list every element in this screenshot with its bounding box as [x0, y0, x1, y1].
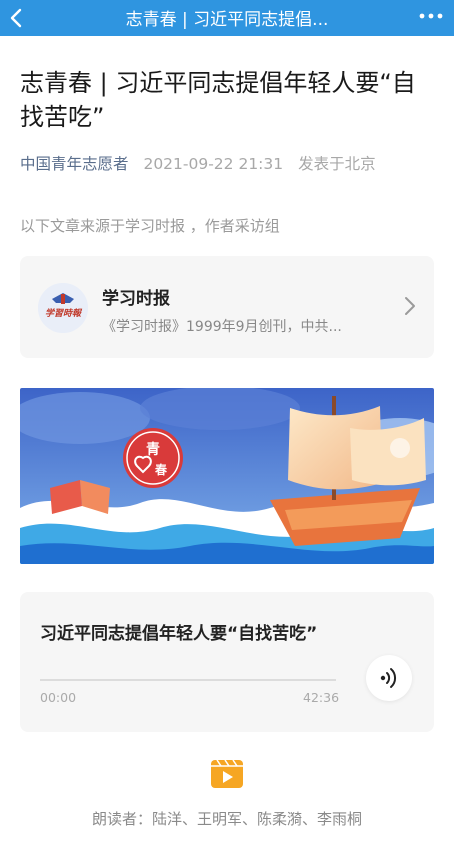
more-dots-icon[interactable]	[418, 9, 444, 23]
article-headline: 志青春 | 习近平同志提倡年轻人要“自找苦吃”	[20, 69, 416, 131]
video-clapper-icon[interactable]	[209, 756, 245, 790]
audio-wave-icon	[380, 668, 397, 688]
nav-title: 志青春 | 习近平同志提倡...	[125, 10, 329, 30]
chevron-right-icon	[405, 297, 415, 315]
audio-duration: 42:36	[303, 690, 340, 705]
account-card[interactable]: 学習時報 学习时报 《学习时报》1999年9月创刊，中共...	[20, 256, 434, 358]
source-note: 以下文章来源于学习时报 ，作者采访组	[20, 217, 280, 235]
audio-player-card: 习近平同志提倡年轻人要“自找苦吃” 00:00 42:36	[20, 592, 434, 732]
author-link[interactable]: 中国青年志愿者	[20, 155, 129, 173]
audio-play-button[interactable]	[366, 655, 412, 701]
readers-credit: 朗读者：陆洋、王明军、陈柔漪、李雨桐	[91, 810, 362, 828]
chevron-left-icon[interactable]	[6, 6, 28, 30]
publish-location: 发表于北京	[298, 155, 376, 173]
svg-text:春: 春	[154, 462, 168, 477]
account-name: 学习时报	[102, 289, 170, 309]
top-nav-bar: 志青春 | 习近平同志提倡...	[0, 0, 454, 36]
newspaper-logo-icon: 学習時報	[38, 283, 88, 333]
publish-time: 2021-09-22 21:31	[143, 155, 284, 173]
audio-progress-track[interactable]	[40, 679, 336, 681]
account-description: 《学习时报》1999年9月创刊，中共...	[102, 319, 342, 335]
audio-current-time: 00:00	[40, 690, 77, 705]
audio-title: 习近平同志提倡年轻人要“自找苦吃”	[40, 624, 318, 644]
banner-illustration: 青 春	[20, 388, 434, 564]
article-meta: 中国青年志愿者 2021-09-22 21:31 发表于北京	[20, 152, 376, 174]
svg-text:学習時報: 学習時報	[45, 308, 83, 319]
svg-text:青: 青	[146, 441, 160, 458]
